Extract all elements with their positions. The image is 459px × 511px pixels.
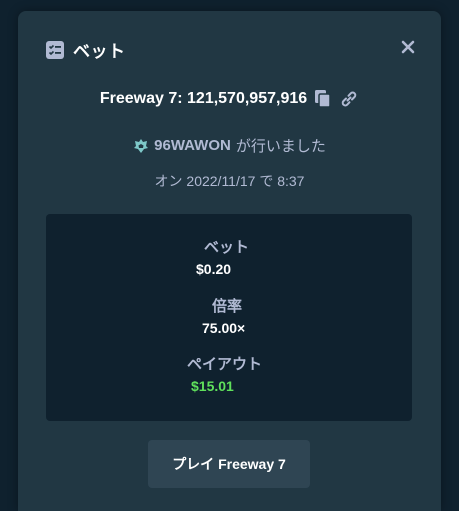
play-game-button[interactable]: プレイ Freeway 7: [148, 440, 310, 488]
bet-date: オン 2022/11/17 で 8:37: [154, 173, 305, 189]
multiplier-label: 倍率: [212, 298, 243, 315]
close-icon: [401, 40, 415, 54]
close-button[interactable]: [397, 36, 419, 58]
link-icon: [341, 91, 357, 107]
crown-icon: [134, 138, 149, 153]
game-bet-id: Freeway 7: 121,570,957,916: [99, 90, 308, 107]
bet-stats-panel: ベット $0.20 倍率 75.00× ペイアウト $15.01: [46, 214, 412, 421]
placed-by-suffix: が行いました: [235, 138, 326, 155]
share-link-button[interactable]: [339, 89, 359, 109]
player-name-link[interactable]: 96WAWON: [154, 137, 231, 154]
payout-label: ペイアウト: [187, 356, 263, 373]
payout-value: $15.01: [191, 378, 234, 394]
bet-value: $0.20: [196, 261, 232, 277]
placed-by-row: 96WAWON が行いました: [18, 135, 441, 156]
modal-header: ベット: [46, 37, 126, 62]
modal-title: ベット: [73, 42, 126, 61]
copy-button[interactable]: [313, 89, 333, 109]
bet-list-icon: [46, 40, 64, 59]
bet-modal: ベット Freeway 7: 121,570,957,916 96WAWON が…: [18, 11, 441, 511]
copy-icon: [315, 90, 331, 108]
game-id-row: Freeway 7: 121,570,957,916: [18, 89, 441, 109]
bet-label: ベット: [204, 239, 250, 256]
multiplier-value: 75.00×: [202, 320, 246, 336]
